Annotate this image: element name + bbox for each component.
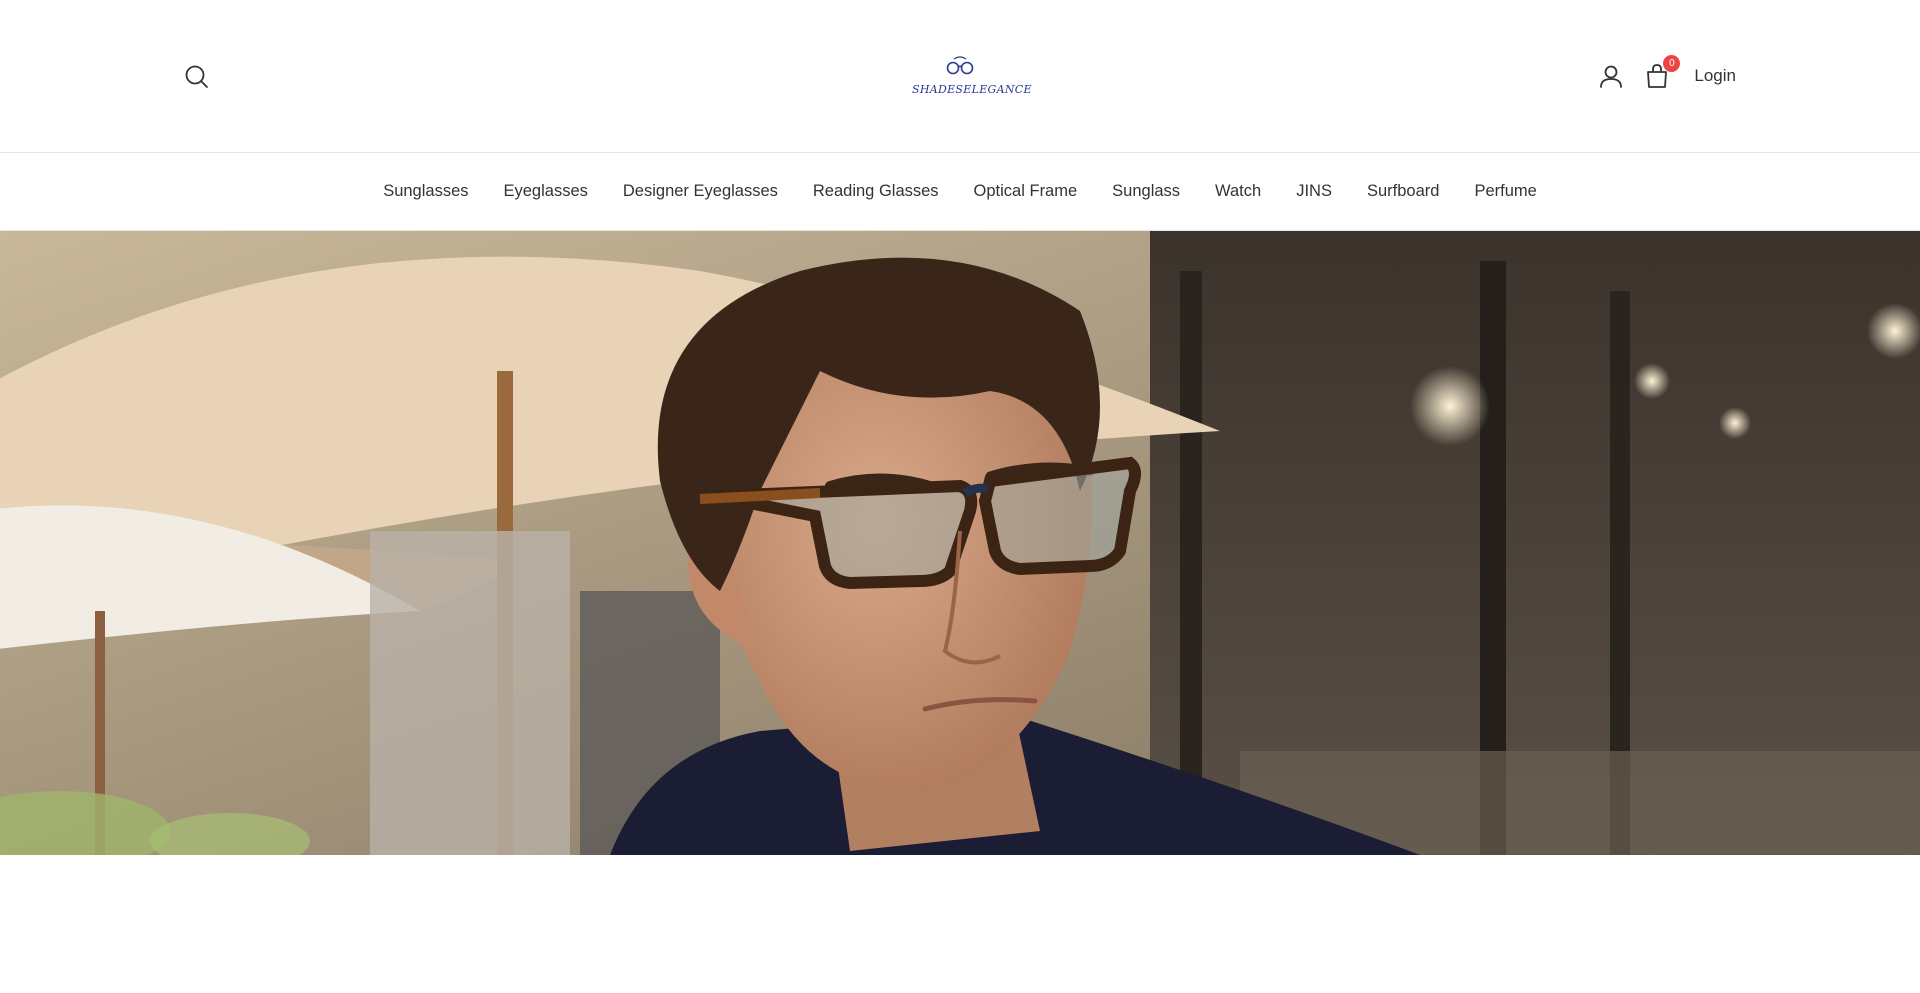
hero-image [0,231,1920,855]
login-link[interactable]: Login [1694,66,1736,86]
nav-item-perfume[interactable]: Perfume [1474,182,1536,201]
nav-item-reading-glasses[interactable]: Reading Glasses [813,182,939,201]
nav-item-sunglasses[interactable]: Sunglasses [383,182,468,201]
nav-item-optical-frame[interactable]: Optical Frame [974,182,1078,201]
nav-item-watch[interactable]: Watch [1215,182,1261,201]
nav-item-designer-eyeglasses[interactable]: Designer Eyeglasses [623,182,778,201]
main-nav: Sunglasses Eyeglasses Designer Eyeglasse… [0,153,1920,231]
cart-button[interactable]: 0 [1643,55,1681,90]
logo-text: SHADESELEGANCE [912,83,1032,96]
hero-banner[interactable] [0,231,1920,855]
nav-item-sunglass[interactable]: Sunglass [1112,182,1180,201]
glasses-logo-icon [946,56,974,75]
search-icon[interactable] [183,63,211,91]
nav-item-surfboard[interactable]: Surfboard [1367,182,1439,201]
nav-item-jins[interactable]: JINS [1296,182,1332,201]
site-header: SHADESELEGANCE 0 Login [0,0,1920,153]
cart-count-badge: 0 [1663,55,1681,72]
user-icon[interactable] [1597,62,1625,90]
nav-item-eyeglasses[interactable]: Eyeglasses [504,182,588,201]
header-actions: 0 Login [1597,55,1736,93]
site-logo[interactable]: SHADESELEGANCE [912,56,1032,100]
